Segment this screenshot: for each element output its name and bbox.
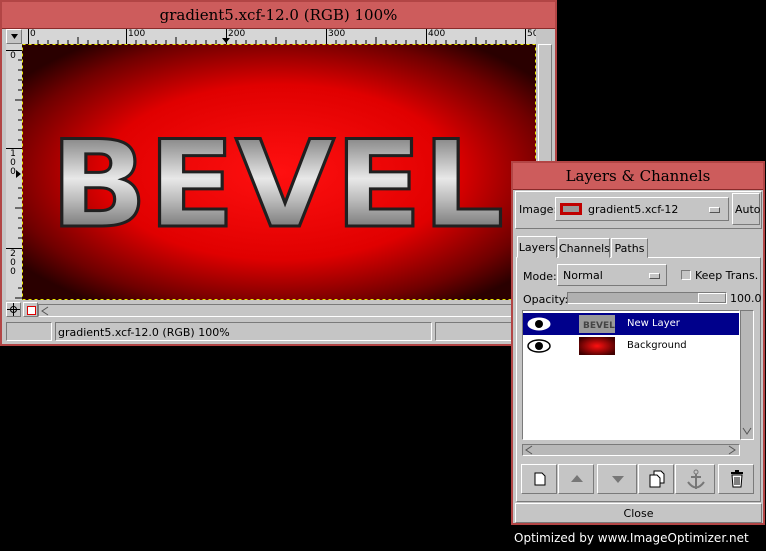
tab-channels[interactable]: Channels — [558, 238, 610, 258]
duplicate-icon — [649, 470, 665, 488]
mode-label: Mode: — [523, 270, 557, 283]
eye-icon[interactable] — [527, 316, 551, 332]
opacity-slider[interactable] — [567, 292, 727, 304]
bevel-text: BEVEL — [50, 116, 504, 255]
layer-list-vscrollbar[interactable] — [740, 310, 754, 440]
anchor-icon — [687, 469, 705, 489]
lower-layer-button[interactable] — [597, 464, 637, 494]
navigate-icon[interactable] — [6, 302, 21, 317]
auto-button[interactable]: Auto — [732, 193, 761, 225]
image-window-title[interactable]: gradient5.xcf-12.0 (RGB) 100% — [2, 2, 555, 29]
svg-text:BEVEL: BEVEL — [583, 321, 615, 331]
horizontal-scrollbar[interactable] — [38, 304, 536, 317]
arrow-up-icon — [571, 475, 583, 482]
image-select[interactable]: gradient5.xcf-12 — [555, 197, 729, 221]
opacity-value: 100.0 — [730, 292, 762, 305]
status-coords — [6, 322, 52, 341]
new-page-icon — [534, 472, 546, 486]
layers-panel: Mode: Normal Keep Trans. Opacity: 100.0 … — [516, 257, 762, 502]
opacity-label: Opacity: — [523, 293, 569, 306]
delete-layer-button[interactable] — [718, 464, 754, 494]
layers-dialog: Layers & Channels Image: gradient5.xcf-1… — [511, 161, 765, 525]
close-button-label: Close — [623, 507, 654, 520]
horizontal-ruler[interactable]: 0 100 200 300 400 50 — [22, 29, 536, 45]
tab-layers[interactable]: Layers — [517, 236, 557, 258]
auto-button-label: Auto — [735, 203, 761, 216]
tab-paths[interactable]: Paths — [611, 238, 648, 258]
image-select-value: gradient5.xcf-12 — [588, 203, 679, 216]
vertical-ruler[interactable]: 0 1 0 0 2 0 0 — [6, 44, 23, 300]
dropdown-icon — [709, 207, 720, 213]
layer-row-background[interactable]: Background — [523, 335, 739, 357]
dropdown-icon — [649, 273, 660, 279]
image-thumbnail-icon — [560, 203, 582, 215]
trash-icon — [731, 470, 743, 488]
quickmask-toggle-button[interactable] — [23, 302, 38, 317]
new-layer-button[interactable] — [521, 464, 557, 494]
ruler-pointer-icon — [222, 38, 230, 43]
layer-thumbnail-icon: BEVEL — [579, 315, 615, 333]
mode-select[interactable]: Normal — [557, 264, 667, 286]
raise-layer-button[interactable] — [558, 464, 594, 494]
mode-select-value: Normal — [563, 269, 603, 282]
layer-name: New Layer — [627, 318, 680, 329]
close-button[interactable]: Close — [515, 503, 762, 523]
layers-dialog-title[interactable]: Layers & Channels — [513, 163, 763, 190]
layer-name: Background — [627, 340, 687, 351]
image-canvas[interactable]: BEVEL — [22, 44, 536, 300]
keep-trans-checkbox[interactable] — [681, 270, 691, 280]
duplicate-layer-button[interactable] — [638, 464, 674, 494]
layer-list[interactable]: BEVEL New Layer Background — [522, 310, 740, 440]
arrow-down-icon — [612, 476, 624, 483]
layer-row-new-layer[interactable]: BEVEL New Layer — [523, 313, 739, 335]
keep-trans-label: Keep Trans. — [695, 269, 759, 282]
image-label: Image: — [519, 203, 558, 216]
watermark-text: Optimized by www.ImageOptimizer.net — [514, 531, 749, 545]
layer-thumbnail-icon — [579, 337, 615, 355]
opacity-slider-handle[interactable] — [698, 293, 726, 303]
eye-icon[interactable] — [527, 338, 551, 354]
layer-list-hscrollbar[interactable] — [522, 444, 740, 456]
status-bar: gradient5.xcf-12.0 (RGB) 100% — [55, 322, 432, 341]
menu-arrow-button[interactable] — [6, 29, 22, 44]
anchor-layer-button[interactable] — [675, 464, 715, 494]
